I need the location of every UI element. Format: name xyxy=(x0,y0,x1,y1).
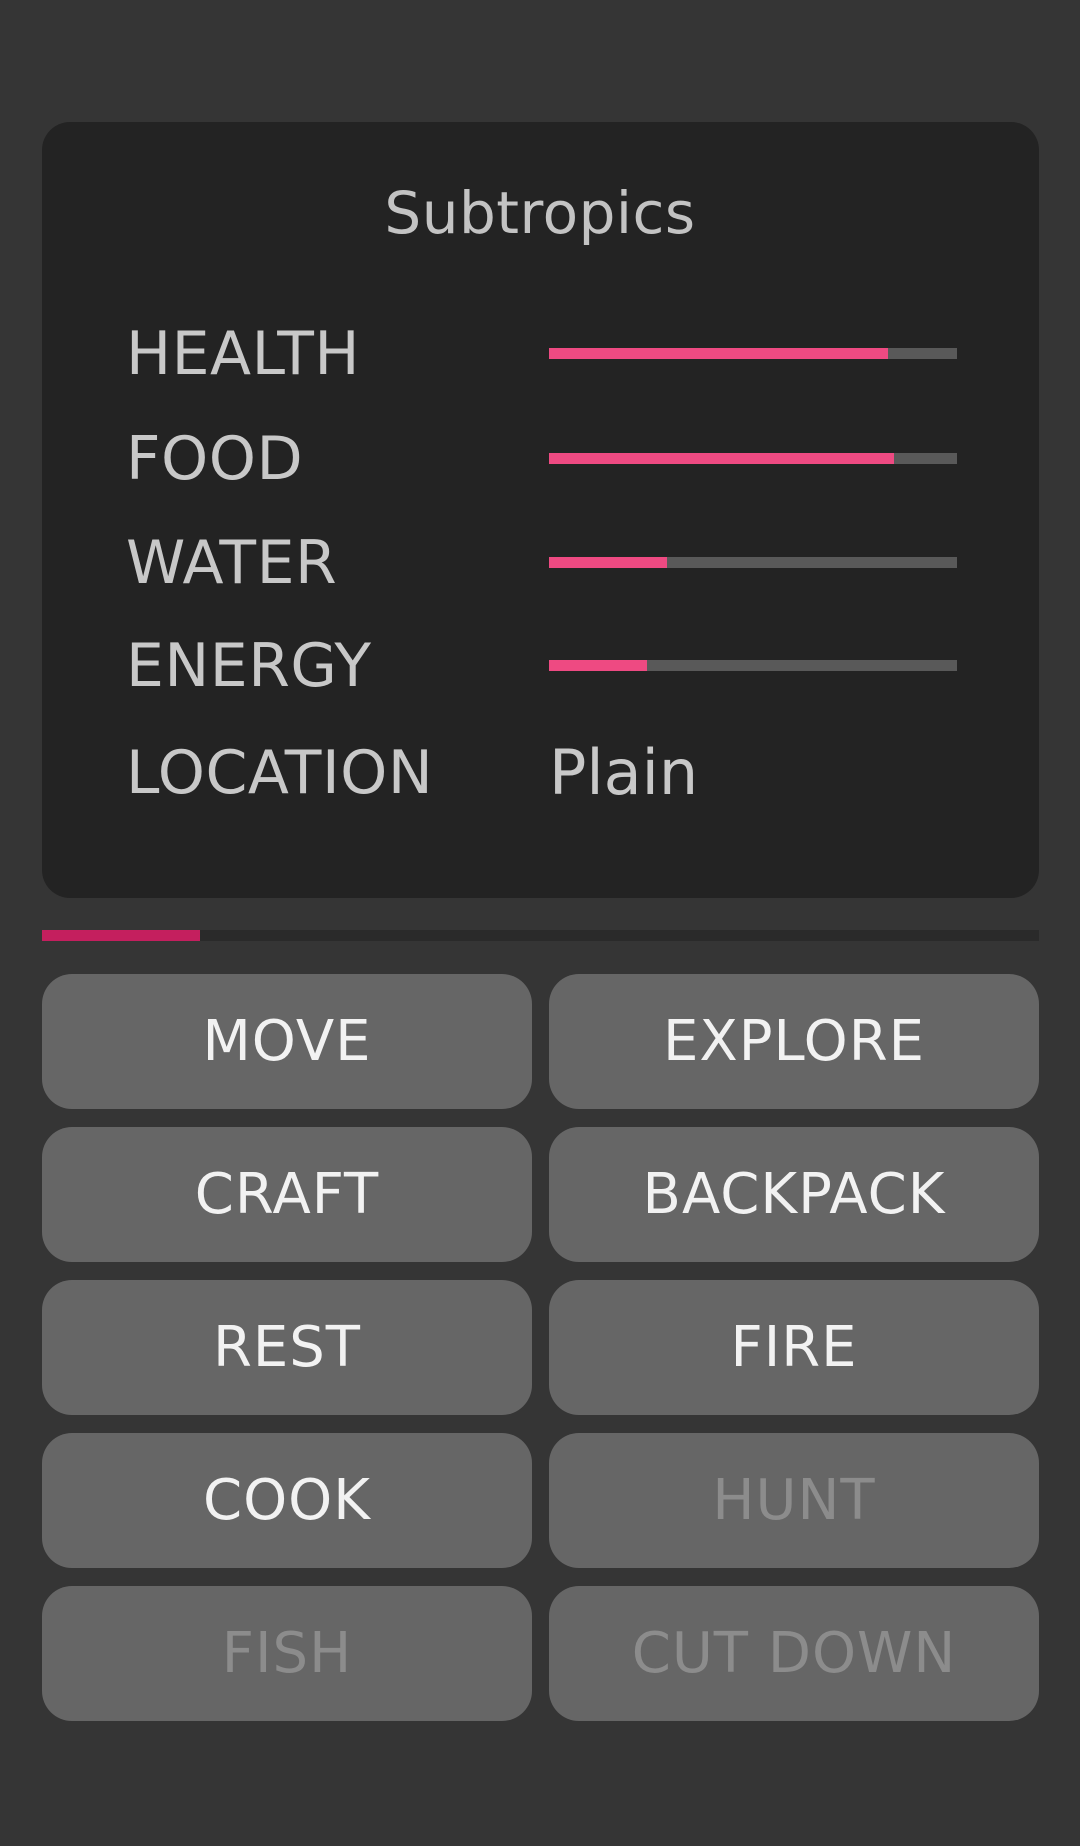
health-bar-fill xyxy=(549,348,888,359)
stat-row-location: LOCATION Plain xyxy=(0,733,1080,813)
region-title: Subtropics xyxy=(384,179,696,247)
backpack-button[interactable]: BACKPACK xyxy=(549,1127,1039,1262)
fish-button[interactable]: FISH xyxy=(42,1586,532,1721)
stat-label-food: FOOD xyxy=(126,424,304,494)
energy-bar-fill xyxy=(549,660,647,671)
stat-row-health: HEALTH xyxy=(0,314,1080,394)
cook-button[interactable]: COOK xyxy=(42,1433,532,1568)
move-button[interactable]: MOVE xyxy=(42,974,532,1109)
stat-row-water: WATER xyxy=(0,523,1080,603)
stat-label-location: LOCATION xyxy=(126,738,434,808)
explore-button[interactable]: EXPLORE xyxy=(549,974,1039,1109)
action-progress-fill xyxy=(42,930,200,941)
action-progress-bar xyxy=(42,930,1039,941)
fire-button[interactable]: FIRE xyxy=(549,1280,1039,1415)
hunt-button[interactable]: HUNT xyxy=(549,1433,1039,1568)
water-bar-fill xyxy=(549,557,668,568)
stat-label-energy: ENERGY xyxy=(126,631,372,701)
location-value: Plain xyxy=(549,736,699,809)
health-bar xyxy=(549,348,957,359)
food-bar xyxy=(549,453,957,464)
cut-down-button[interactable]: CUT DOWN xyxy=(549,1586,1039,1721)
craft-button[interactable]: CRAFT xyxy=(42,1127,532,1262)
food-bar-fill xyxy=(549,453,894,464)
energy-bar xyxy=(549,660,957,671)
action-grid: MOVE EXPLORE CRAFT BACKPACK REST FIRE CO… xyxy=(42,974,1039,1721)
rest-button[interactable]: REST xyxy=(42,1280,532,1415)
water-bar xyxy=(549,557,957,568)
stat-label-health: HEALTH xyxy=(126,319,361,389)
stat-row-energy: ENERGY xyxy=(0,626,1080,706)
stat-label-water: WATER xyxy=(126,528,338,598)
stat-row-food: FOOD xyxy=(0,419,1080,499)
